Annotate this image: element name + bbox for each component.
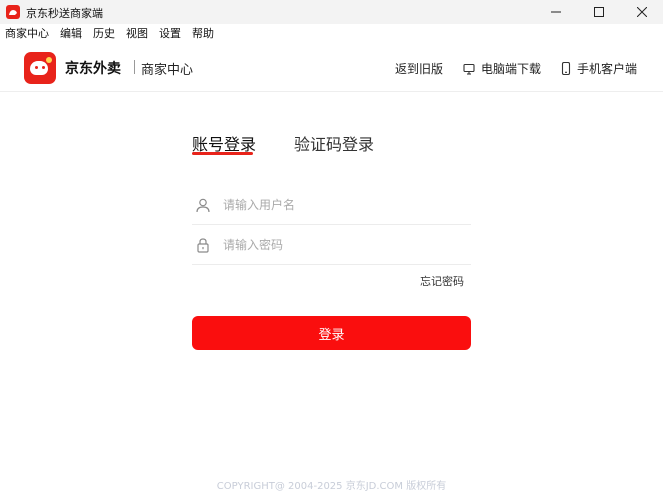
mobile-client-label: 手机客户端 <box>576 62 637 76</box>
minimize-icon <box>550 11 561 13</box>
brand-subtitle: 商家中心 <box>141 63 194 78</box>
forgot-password-link[interactable]: 忘记密码 <box>420 273 464 289</box>
tab-code-login[interactable]: 验证码登录 <box>294 131 374 155</box>
user-icon <box>196 198 210 213</box>
title-bar: 京东秒送商家端 <box>0 0 663 24</box>
desktop-download-label: 电脑端下载 <box>480 62 541 76</box>
active-tab-indicator <box>192 152 253 155</box>
maximize-icon <box>593 7 604 17</box>
brand-divider <box>134 60 135 74</box>
password-input[interactable] <box>223 234 463 256</box>
login-button[interactable]: 登录 <box>192 316 471 350</box>
desktop-download-link[interactable]: 电脑端下载 <box>463 60 541 77</box>
menu-history[interactable]: 历史 <box>93 24 115 44</box>
menu-merchant-center[interactable]: 商家中心 <box>5 24 49 44</box>
lock-icon <box>197 238 209 253</box>
brand-name: 京东外卖 <box>65 61 121 77</box>
menu-help[interactable]: 帮助 <box>192 24 214 44</box>
menu-bar: 商家中心 编辑 历史 视图 设置 帮助 <box>0 24 663 44</box>
menu-edit[interactable]: 编辑 <box>60 24 82 44</box>
window-controls <box>534 0 663 24</box>
username-input[interactable] <box>223 194 463 216</box>
close-icon <box>636 7 647 17</box>
minimize-button[interactable] <box>534 0 577 24</box>
mobile-client-link[interactable]: 手机客户端 <box>561 60 637 77</box>
phone-icon <box>561 62 571 75</box>
username-field <box>192 185 471 225</box>
menu-view[interactable]: 视图 <box>126 24 148 44</box>
header-links: 返到旧版 电脑端下载 手机客户端 <box>375 60 637 77</box>
menu-settings[interactable]: 设置 <box>159 24 181 44</box>
window-title: 京东秒送商家端 <box>26 7 103 20</box>
old-version-label: 返到旧版 <box>394 62 443 76</box>
site-header: 京东外卖 商家中心 返到旧版 电脑端下载 手机客户端 <box>0 44 663 92</box>
maximize-button[interactable] <box>577 0 620 24</box>
jd-takeaway-logo <box>24 52 56 84</box>
app-logo-icon <box>6 5 20 19</box>
old-version-link[interactable]: 返到旧版 <box>395 60 443 77</box>
monitor-icon <box>463 63 475 75</box>
password-field <box>192 225 471 265</box>
close-button[interactable] <box>620 0 663 24</box>
copyright-text: COPYRIGHT@ 2004-2025 京东JD.COM 版权所有 <box>216 481 447 492</box>
